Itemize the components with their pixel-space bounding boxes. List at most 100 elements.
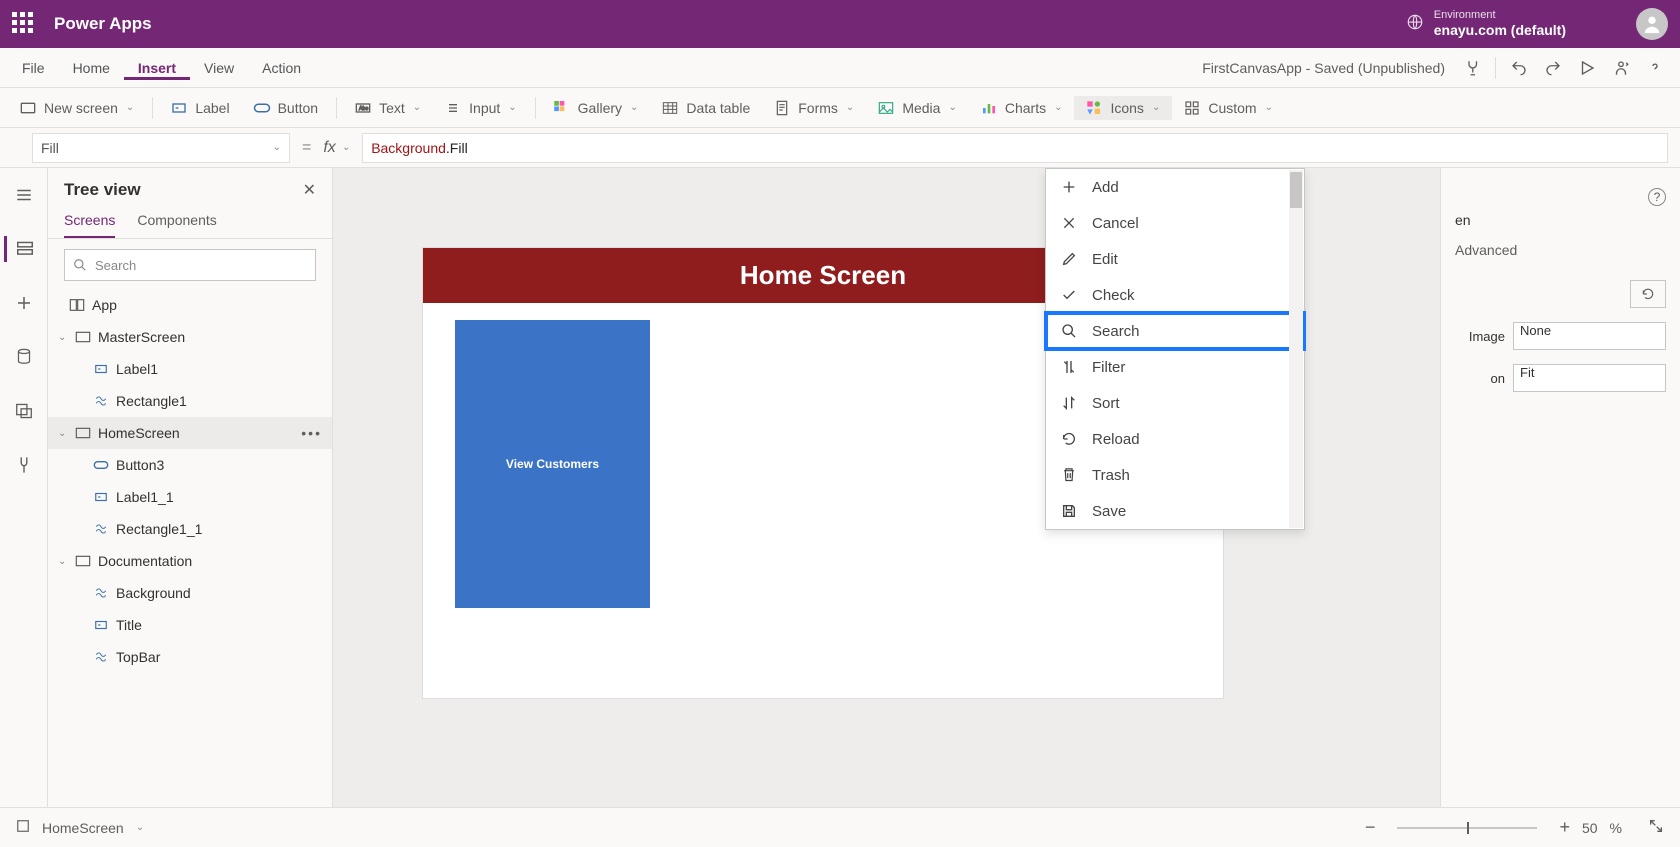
formula-bar: Fill ⌄ = fx⌄ Background.Fill	[0, 128, 1680, 168]
share-icon[interactable]	[1604, 51, 1638, 85]
rail-data-icon[interactable]	[4, 344, 44, 370]
app-icon	[68, 296, 86, 314]
tree-item-background[interactable]: Background	[48, 577, 332, 609]
help-icon[interactable]	[1638, 51, 1672, 85]
fit-to-screen-icon[interactable]	[1648, 818, 1664, 837]
undo-icon[interactable]	[1502, 51, 1536, 85]
custom-button[interactable]: Custom⌄	[1172, 96, 1285, 120]
label-icon	[171, 100, 187, 116]
forms-button[interactable]: Forms⌄	[762, 96, 866, 120]
property-selector[interactable]: Fill ⌄	[32, 133, 290, 163]
more-icon[interactable]: •••	[301, 425, 322, 441]
status-screen-name[interactable]: HomeScreen	[42, 820, 124, 836]
left-rail	[0, 168, 48, 807]
menu-item-check[interactable]: Check	[1046, 277, 1304, 313]
status-bar: HomeScreen ⌄ − + 50 %	[0, 807, 1680, 847]
formula-input[interactable]: Background.Fill	[362, 133, 1668, 163]
tree-item-label11[interactable]: Label1_1	[48, 481, 332, 513]
help-icon[interactable]: ?	[1648, 188, 1666, 206]
menu-item-cancel[interactable]: Cancel	[1046, 205, 1304, 241]
tree-item-label1[interactable]: Label1	[48, 353, 332, 385]
zoom-out-icon[interactable]: −	[1365, 817, 1376, 838]
prop-label-position: on	[1455, 371, 1505, 386]
menu-home[interactable]: Home	[59, 56, 124, 80]
preview-icon[interactable]	[1570, 51, 1604, 85]
close-icon[interactable]: ✕	[303, 180, 316, 200]
search-icon	[1060, 322, 1078, 340]
button-icon	[92, 456, 110, 474]
menu-item-sort[interactable]: Sort	[1046, 385, 1304, 421]
tab-screens[interactable]: Screens	[64, 206, 115, 238]
cancel-icon	[1060, 214, 1078, 232]
rectangle-icon	[92, 648, 110, 666]
redo-icon[interactable]	[1536, 51, 1570, 85]
prop-label-image: Image	[1455, 329, 1505, 344]
label-icon	[92, 616, 110, 634]
app-checker-icon[interactable]	[1455, 51, 1489, 85]
user-avatar[interactable]	[1636, 8, 1668, 40]
svg-text:Abc: Abc	[359, 106, 369, 112]
menu-item-trash[interactable]: Trash	[1046, 457, 1304, 493]
gallery-button[interactable]: Gallery⌄	[542, 96, 651, 120]
menu-insert[interactable]: Insert	[124, 56, 190, 80]
text-icon: Abc	[355, 100, 371, 116]
rectangle-icon	[92, 584, 110, 602]
tab-components[interactable]: Components	[137, 206, 216, 238]
rail-media-icon[interactable]	[4, 398, 44, 424]
rail-treeview-icon[interactable]	[4, 236, 44, 262]
properties-tab-advanced[interactable]: Advanced	[1455, 242, 1517, 258]
button-button[interactable]: Button	[242, 96, 330, 120]
canvas-tile-view-customers[interactable]: View Customers	[455, 320, 650, 608]
tree-item-title[interactable]: Title	[48, 609, 332, 641]
zoom-slider[interactable]	[1397, 827, 1537, 829]
menu-action[interactable]: Action	[248, 56, 315, 80]
dropdown-scrollbar[interactable]	[1289, 170, 1303, 528]
rail-insert-icon[interactable]	[4, 290, 44, 316]
input-button[interactable]: Input⌄	[433, 96, 529, 120]
tree-item-documentation[interactable]: ⌄Documentation	[48, 545, 332, 577]
tree-item-masterscreen[interactable]: ⌄MasterScreen	[48, 321, 332, 353]
rail-tools-icon[interactable]	[4, 452, 44, 478]
screen-icon	[74, 328, 92, 346]
position-select[interactable]: Fit	[1513, 364, 1666, 392]
properties-panel: ? en Advanced Image None on Fit	[1440, 168, 1680, 807]
fx-label: fx⌄	[323, 139, 350, 157]
label-button[interactable]: Label	[159, 96, 241, 120]
menu-item-search[interactable]: Search	[1046, 313, 1304, 349]
tree-item-rectangle1[interactable]: Rectangle1	[48, 385, 332, 417]
tree-item-app[interactable]: App	[48, 289, 332, 321]
tree-item-homescreen[interactable]: ⌄HomeScreen•••	[48, 417, 332, 449]
refresh-icon[interactable]	[1630, 280, 1666, 308]
label-icon	[92, 360, 110, 378]
datatable-button[interactable]: Data table	[650, 96, 762, 120]
main-area: Tree view ✕ Screens Components Search Ap…	[0, 168, 1680, 807]
tree-item-button3[interactable]: Button3	[48, 449, 332, 481]
canvas-area[interactable]: Home Screen View Customers Add Cancel Ed…	[333, 168, 1680, 807]
text-button[interactable]: Abc Text⌄	[343, 96, 433, 120]
environment-selector[interactable]: Environment enayu.com (default)	[1434, 9, 1566, 39]
menu-item-add[interactable]: Add	[1046, 169, 1304, 205]
zoom-in-icon[interactable]: +	[1559, 817, 1570, 838]
screen-icon	[20, 100, 36, 116]
icons-dropdown-menu: Add Cancel Edit Check Search Filter Sort…	[1045, 168, 1305, 530]
image-select[interactable]: None	[1513, 322, 1666, 350]
app-launcher-icon[interactable]	[12, 12, 36, 36]
menu-item-reload[interactable]: Reload	[1046, 421, 1304, 457]
plus-icon	[1060, 178, 1078, 196]
menu-item-save[interactable]: Save	[1046, 493, 1304, 529]
tree-item-rect11[interactable]: Rectangle1_1	[48, 513, 332, 545]
chevron-down-icon[interactable]: ⌄	[136, 822, 144, 833]
tree-item-topbar[interactable]: TopBar	[48, 641, 332, 673]
icons-button[interactable]: Icons⌄	[1074, 96, 1172, 120]
environment-icon	[1406, 13, 1424, 36]
menu-item-edit[interactable]: Edit	[1046, 241, 1304, 277]
tree-search-input[interactable]: Search	[64, 249, 316, 281]
media-button[interactable]: Media⌄	[866, 96, 969, 120]
menu-file[interactable]: File	[8, 56, 59, 80]
menu-item-filter[interactable]: Filter	[1046, 349, 1304, 385]
menu-view[interactable]: View	[190, 56, 248, 80]
new-screen-button[interactable]: New screen⌄	[8, 96, 146, 120]
charts-button[interactable]: Charts⌄	[969, 96, 1075, 120]
rail-hamburger-icon[interactable]	[4, 182, 44, 208]
screen-checkbox-icon[interactable]	[16, 819, 30, 836]
